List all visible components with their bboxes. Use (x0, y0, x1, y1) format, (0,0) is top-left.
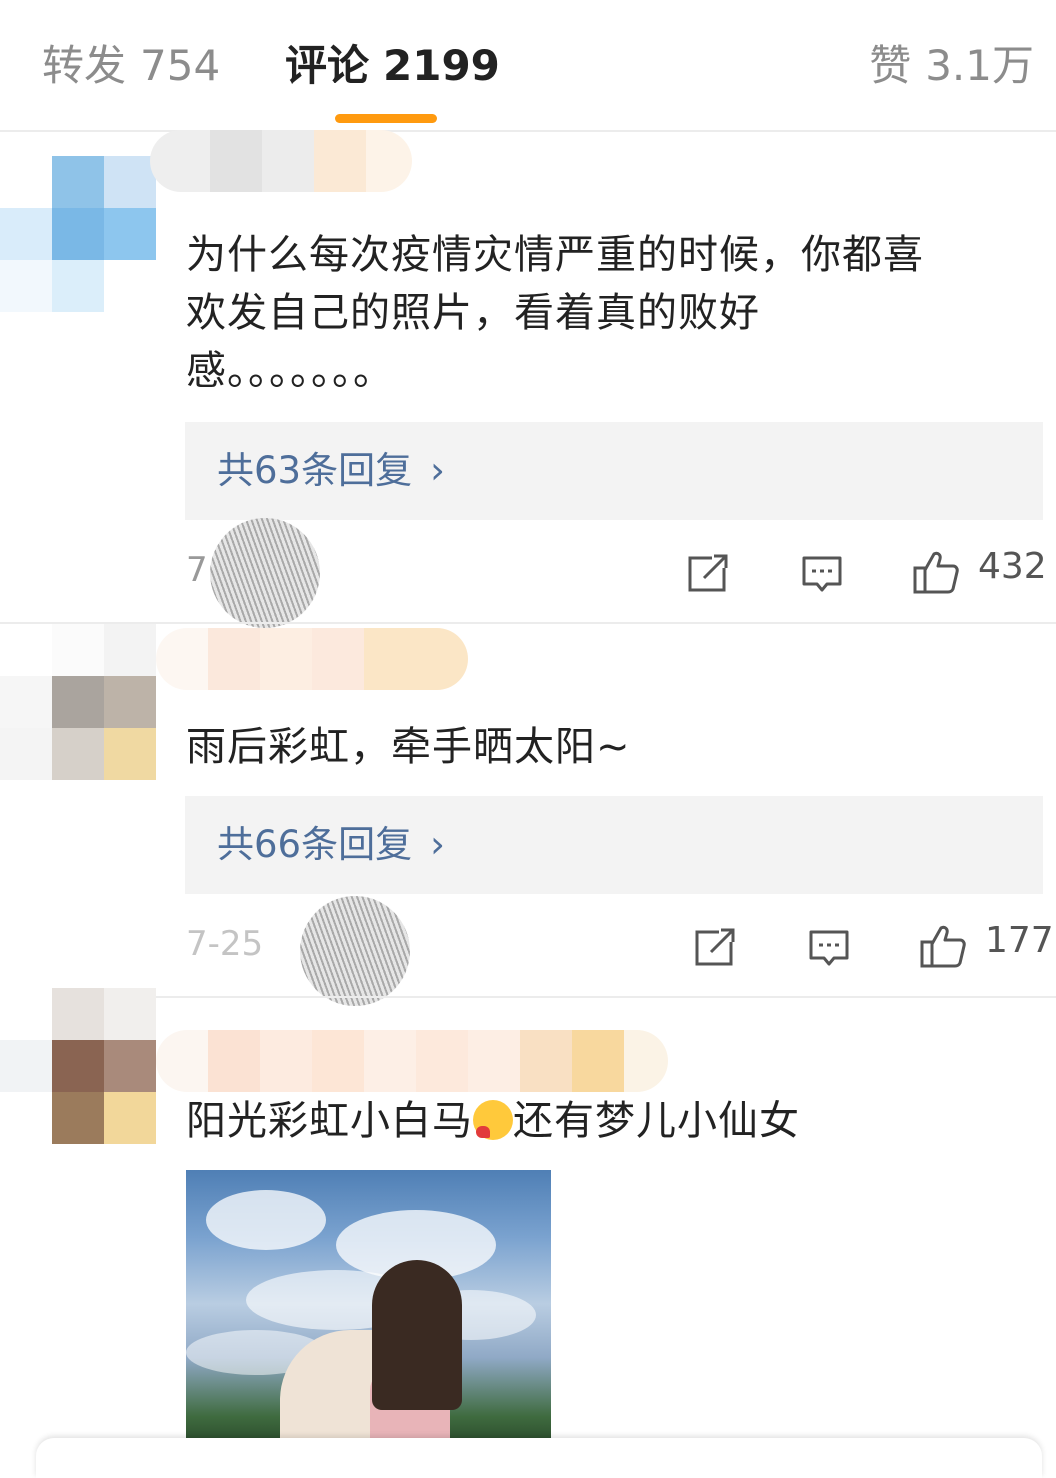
chevron-right-icon: › (430, 449, 445, 492)
replies-box: 共63条回复 › (185, 422, 1043, 520)
tab-repost-count: 754 (140, 41, 221, 90)
comment-icon[interactable] (800, 552, 844, 596)
share-icon[interactable] (686, 552, 730, 596)
share-icon[interactable] (693, 926, 737, 970)
username-redacted[interactable] (156, 1030, 668, 1092)
bottom-sheet-edge (36, 1438, 1042, 1478)
timestamp-redaction (210, 518, 320, 628)
heart-face-emoji-icon (473, 1100, 513, 1140)
avatar[interactable] (0, 624, 156, 780)
thumbs-up-icon[interactable] (919, 922, 967, 970)
view-replies-link[interactable]: 共66条回复 › (217, 817, 445, 873)
avatar[interactable] (0, 156, 156, 312)
tab-bar: 转发 754 评论 2199 赞 3.1万 (0, 0, 1056, 132)
replies-box: 共66条回复 › (185, 796, 1043, 894)
like-count: 177 (985, 920, 1054, 961)
comment-divider (0, 622, 1056, 624)
comment-action-row: 7-25 177 (0, 896, 1056, 1006)
tab-repost[interactable]: 转发 754 (42, 38, 220, 94)
comment-timestamp: 7 (186, 550, 208, 590)
tab-comments[interactable]: 评论 2199 (285, 38, 500, 94)
comment-divider (0, 996, 1056, 998)
tab-comments-count: 2199 (383, 41, 500, 90)
tab-likes[interactable]: 赞 3.1万 (869, 38, 1034, 94)
comment-text: 为什么每次疫情灾情严重的时候，你都喜欢发自己的照片，看着真的败好感。。。。。。。 (186, 232, 924, 394)
comment-icon[interactable] (807, 926, 851, 970)
avatar[interactable] (0, 988, 156, 1144)
comment-text-part-2: 还有梦儿小仙女 (513, 1098, 800, 1144)
replies-count-label: 共63条回复 (217, 449, 413, 492)
tab-repost-label: 转发 (42, 41, 127, 90)
chevron-right-icon: › (430, 823, 445, 866)
active-tab-indicator (335, 114, 437, 123)
tab-comments-label: 评论 (285, 41, 370, 90)
tab-likes-count: 3.1万 (925, 41, 1034, 90)
timestamp-redaction (300, 896, 410, 1006)
thumbs-up-icon[interactable] (912, 548, 960, 596)
username-redacted[interactable] (150, 130, 412, 192)
comment-text: 阳光彩虹小白马 还有梦儿小仙女 (186, 1092, 1006, 1150)
comment-action-row: 7 432 (0, 518, 1056, 628)
username-redacted[interactable] (156, 628, 468, 690)
view-replies-link[interactable]: 共63条回复 › (217, 443, 445, 499)
comment-text: 雨后彩虹，牵手晒太阳~ (186, 724, 631, 770)
comment-timestamp: 7-25 (186, 924, 264, 964)
like-count: 432 (978, 546, 1047, 587)
comment-text-part-1: 阳光彩虹小白马 (186, 1098, 473, 1144)
replies-count-label: 共66条回复 (217, 823, 413, 866)
photo-person-hair (372, 1260, 462, 1410)
tab-likes-label: 赞 (869, 41, 912, 90)
